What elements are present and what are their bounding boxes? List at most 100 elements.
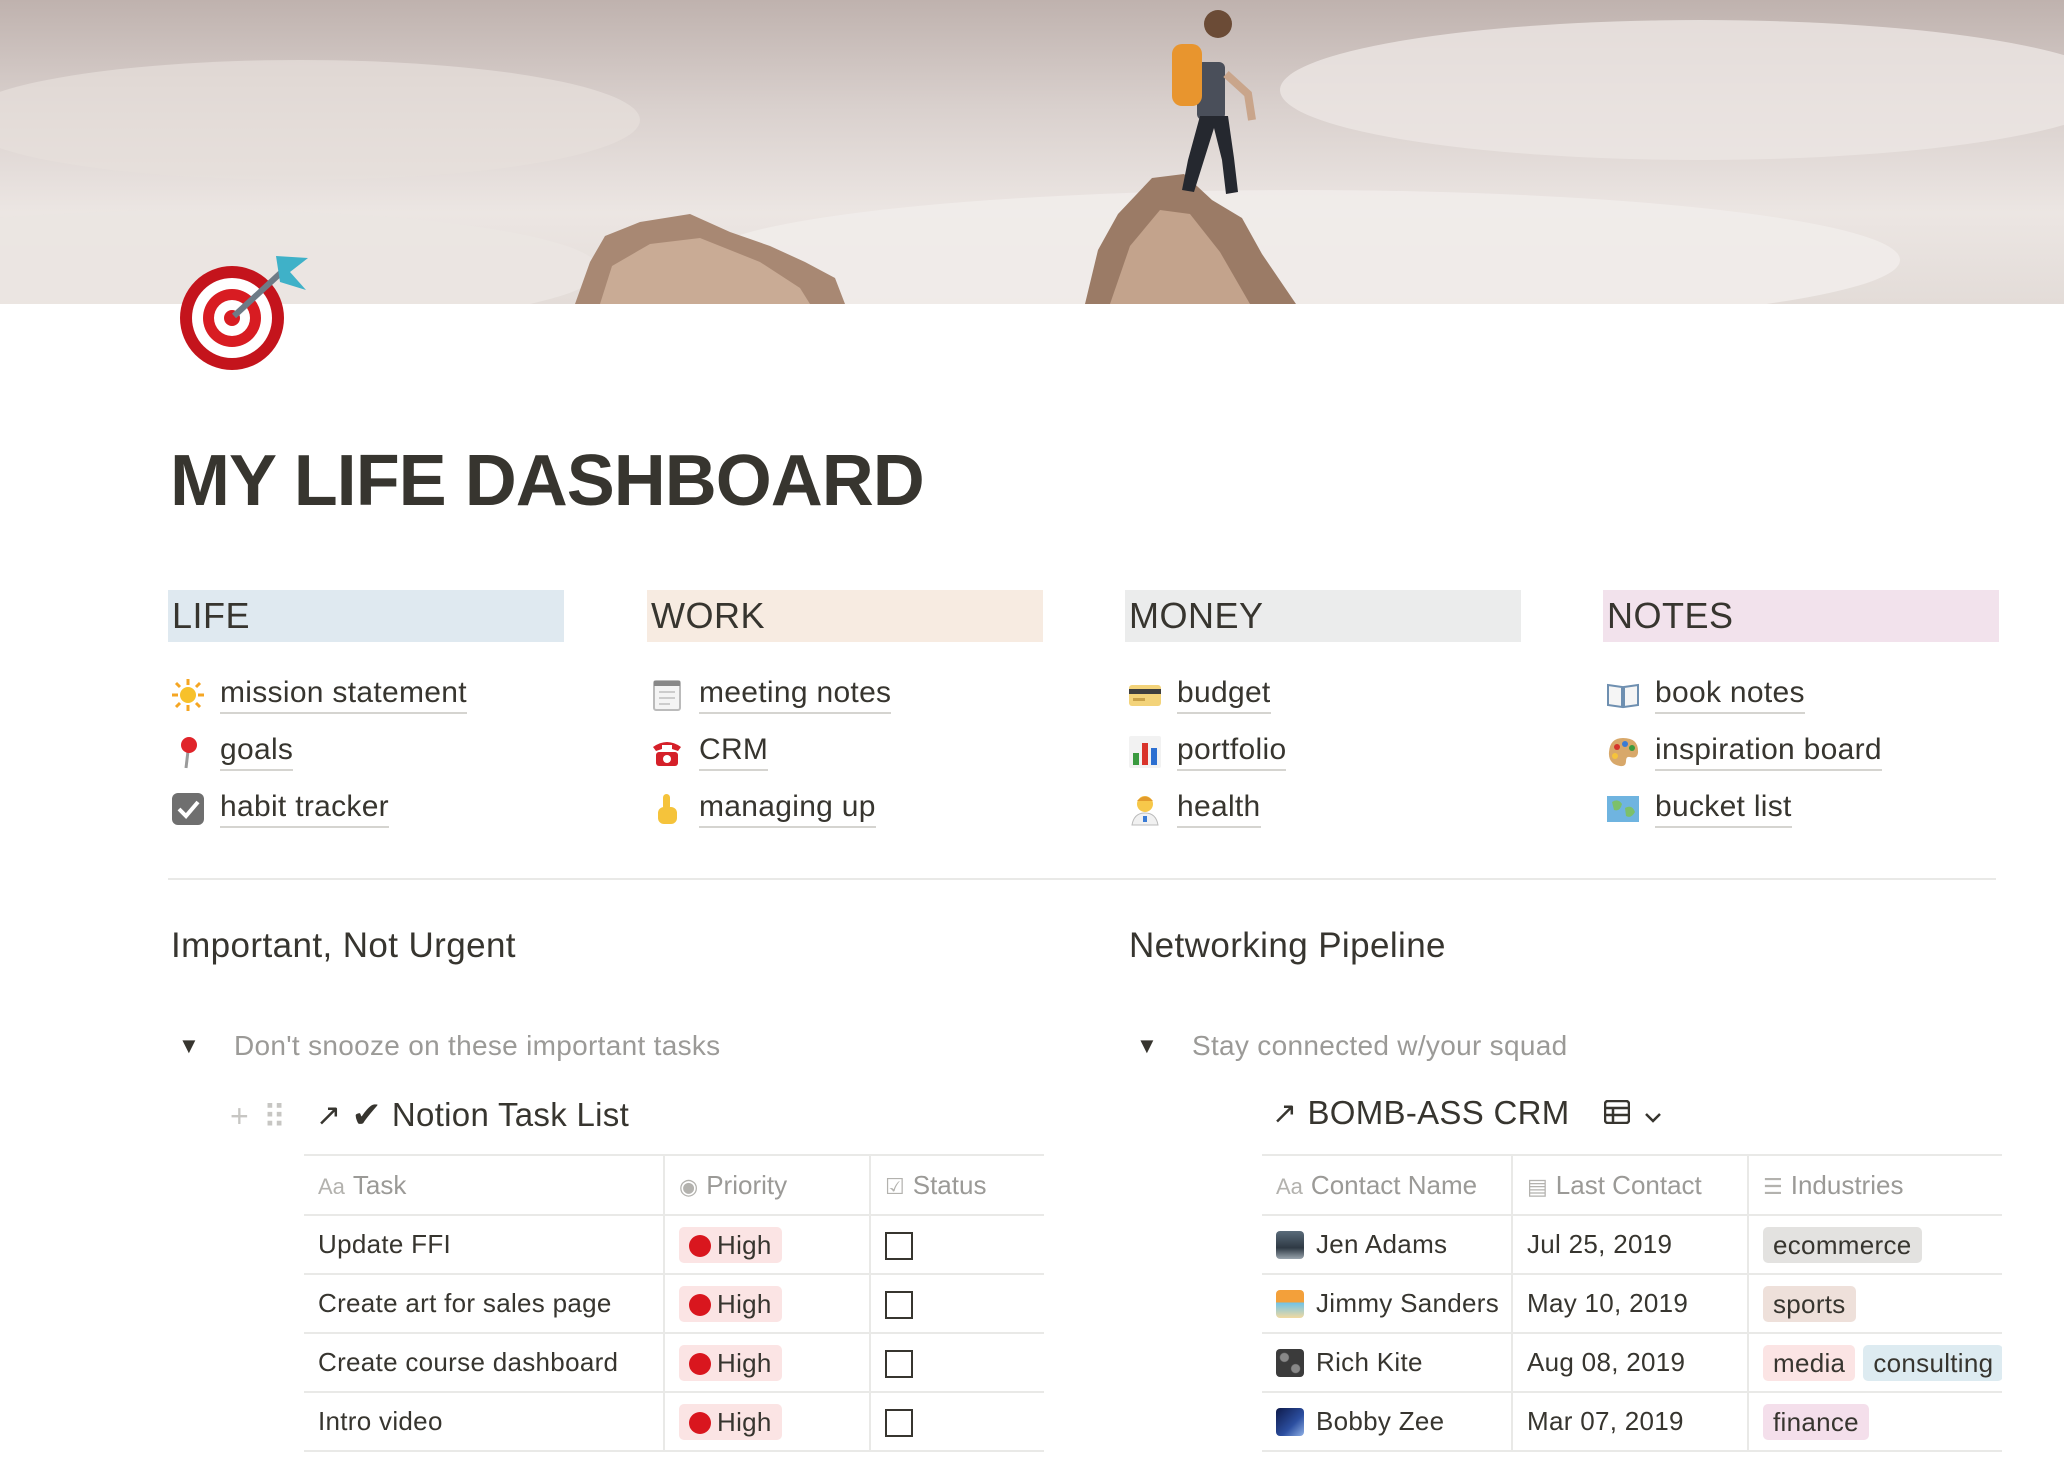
column-header-industries[interactable]: ☰ Industries bbox=[1747, 1154, 2002, 1216]
table-row[interactable]: Jimmy Sanders May 10, 2019 sports bbox=[1262, 1274, 2002, 1334]
status-checkbox[interactable] bbox=[885, 1350, 913, 1379]
column-header-contact-name[interactable]: Aa Contact Name bbox=[1262, 1154, 1512, 1216]
priority-cell[interactable]: High bbox=[663, 1392, 870, 1452]
drag-handle-icon[interactable]: ⠿ bbox=[263, 1098, 286, 1136]
status-checkbox[interactable] bbox=[885, 1291, 913, 1320]
linked-database-title-tasks[interactable]: ↗ ✔ Notion Task List bbox=[316, 1094, 629, 1136]
task-name[interactable]: Create course dashboard bbox=[304, 1333, 664, 1393]
status-checkbox[interactable] bbox=[885, 1232, 913, 1261]
toggle-label: Stay connected w/your squad bbox=[1192, 1030, 1568, 1061]
link-budget[interactable]: budget bbox=[1125, 666, 1521, 723]
table-row[interactable]: Bobby Zee Mar 07, 2019 finance bbox=[1262, 1392, 2002, 1452]
direct-hit-target-icon[interactable] bbox=[168, 248, 318, 376]
table-view-icon[interactable] bbox=[1603, 1094, 1630, 1132]
priority-cell[interactable]: High bbox=[663, 1333, 870, 1393]
contact-name-cell[interactable]: Bobby Zee bbox=[1262, 1392, 1512, 1452]
notepad-icon bbox=[649, 677, 685, 713]
priority-cell[interactable]: High bbox=[663, 1215, 870, 1275]
plus-icon[interactable]: + bbox=[230, 1098, 249, 1136]
palette-icon bbox=[1605, 734, 1641, 770]
crm-table: Aa Contact Name ▤ Last Contact ☰ Industries… bbox=[1262, 1154, 2002, 1452]
task-name[interactable]: Intro video bbox=[304, 1392, 664, 1452]
toggle-important-tasks[interactable]: ▼ Don't snooze on these important tasks bbox=[178, 1030, 720, 1062]
table-row[interactable]: Rich Kite Aug 08, 2019 media consulting bbox=[1262, 1333, 2002, 1393]
pointing-up-icon bbox=[649, 791, 685, 827]
link-goals[interactable]: goals bbox=[168, 723, 564, 780]
column-header-status[interactable]: ☑ Status bbox=[869, 1154, 1044, 1216]
sun-icon bbox=[170, 677, 206, 713]
credit-card-icon bbox=[1127, 677, 1163, 713]
checkbox-icon bbox=[170, 791, 206, 827]
link-managing-up[interactable]: managing up bbox=[647, 780, 1043, 837]
triangle-down-icon[interactable]: ▼ bbox=[1136, 1033, 1166, 1059]
contact-name-cell[interactable]: Jimmy Sanders bbox=[1262, 1274, 1512, 1334]
toggle-label: Don't snooze on these important tasks bbox=[234, 1030, 721, 1061]
calendar-property-icon: ▤ bbox=[1527, 1173, 1548, 1199]
text-property-icon: Aa bbox=[1276, 1173, 1303, 1199]
priority-tag: High bbox=[679, 1344, 782, 1381]
block-handles[interactable]: + ⠿ bbox=[230, 1098, 286, 1136]
telephone-icon bbox=[649, 734, 685, 770]
table-row[interactable]: Update FFI High bbox=[304, 1215, 1044, 1275]
section-title-important: Important, Not Urgent bbox=[171, 926, 516, 965]
red-circle-icon bbox=[689, 1411, 711, 1434]
column-header-money: MONEY bbox=[1125, 590, 1521, 642]
pin-icon bbox=[170, 734, 206, 770]
chevron-down-icon[interactable] bbox=[1644, 1094, 1662, 1132]
night-sky-icon bbox=[1276, 1408, 1304, 1436]
industry-tag: media bbox=[1763, 1344, 1856, 1381]
last-contact-cell[interactable]: Aug 08, 2019 bbox=[1511, 1333, 1748, 1393]
last-contact-cell[interactable]: Jul 25, 2019 bbox=[1511, 1215, 1748, 1275]
arrow-link-icon: ↗ bbox=[1272, 1096, 1298, 1130]
industries-cell[interactable]: media consulting bbox=[1747, 1333, 2002, 1393]
red-circle-icon bbox=[689, 1234, 711, 1257]
link-habit-tracker[interactable]: habit tracker bbox=[168, 780, 564, 837]
status-cell bbox=[869, 1333, 1044, 1393]
industries-cell[interactable]: finance bbox=[1747, 1392, 2002, 1452]
text-property-icon: Aa bbox=[318, 1173, 345, 1199]
linked-database-title-crm[interactable]: ↗ BOMB-ASS CRM bbox=[1272, 1094, 1662, 1132]
page-title: MY LIFE DASHBOARD bbox=[170, 441, 925, 521]
divider bbox=[168, 878, 1996, 880]
priority-tag: High bbox=[679, 1226, 782, 1263]
column-life: LIFE mission statement goals habit track… bbox=[168, 590, 564, 837]
column-header-priority[interactable]: ◉ Priority bbox=[663, 1154, 870, 1216]
link-mission-statement[interactable]: mission statement bbox=[168, 666, 564, 723]
status-cell bbox=[869, 1392, 1044, 1452]
status-cell bbox=[869, 1215, 1044, 1275]
table-row[interactable]: Intro video High bbox=[304, 1392, 1044, 1452]
table-row[interactable]: Jen Adams Jul 25, 2019 ecommerce bbox=[1262, 1215, 2002, 1275]
link-book-notes[interactable]: book notes bbox=[1603, 666, 1999, 723]
link-inspiration-board[interactable]: inspiration board bbox=[1603, 723, 1999, 780]
contact-name-cell[interactable]: Jen Adams bbox=[1262, 1215, 1512, 1275]
column-header-last-contact[interactable]: ▤ Last Contact bbox=[1511, 1154, 1748, 1216]
link-crm[interactable]: CRM bbox=[647, 723, 1043, 780]
link-portfolio[interactable]: portfolio bbox=[1125, 723, 1521, 780]
column-notes: NOTES book notes inspiration board bucke… bbox=[1603, 590, 1999, 837]
last-contact-cell[interactable]: Mar 07, 2019 bbox=[1511, 1392, 1748, 1452]
status-checkbox[interactable] bbox=[885, 1409, 913, 1438]
link-meeting-notes[interactable]: meeting notes bbox=[647, 666, 1043, 723]
red-circle-icon bbox=[689, 1293, 711, 1316]
triangle-down-icon[interactable]: ▼ bbox=[178, 1033, 208, 1059]
multi-select-property-icon: ☰ bbox=[1763, 1173, 1783, 1199]
industries-cell[interactable]: sports bbox=[1747, 1274, 2002, 1334]
table-row[interactable]: Create art for sales page High bbox=[304, 1274, 1044, 1334]
priority-tag: High bbox=[679, 1403, 782, 1440]
checkbox-property-icon: ☑ bbox=[885, 1173, 905, 1199]
link-health[interactable]: health bbox=[1125, 780, 1521, 837]
task-name[interactable]: Update FFI bbox=[304, 1215, 664, 1275]
task-table: Aa Task ◉ Priority ☑ Status Update FFI High… bbox=[304, 1154, 1044, 1452]
column-header-notes: NOTES bbox=[1603, 590, 1999, 642]
task-name[interactable]: Create art for sales page bbox=[304, 1274, 664, 1334]
industries-cell[interactable]: ecommerce bbox=[1747, 1215, 2002, 1275]
contact-name-cell[interactable]: Rich Kite bbox=[1262, 1333, 1512, 1393]
table-row[interactable]: Create course dashboard High bbox=[304, 1333, 1044, 1393]
column-header-task[interactable]: Aa Task bbox=[304, 1154, 664, 1216]
link-bucket-list[interactable]: bucket list bbox=[1603, 780, 1999, 837]
toggle-networking[interactable]: ▼ Stay connected w/your squad bbox=[1136, 1030, 1567, 1062]
priority-tag: High bbox=[679, 1285, 782, 1322]
last-contact-cell[interactable]: May 10, 2019 bbox=[1511, 1274, 1748, 1334]
priority-cell[interactable]: High bbox=[663, 1274, 870, 1334]
column-header-work: WORK bbox=[647, 590, 1043, 642]
